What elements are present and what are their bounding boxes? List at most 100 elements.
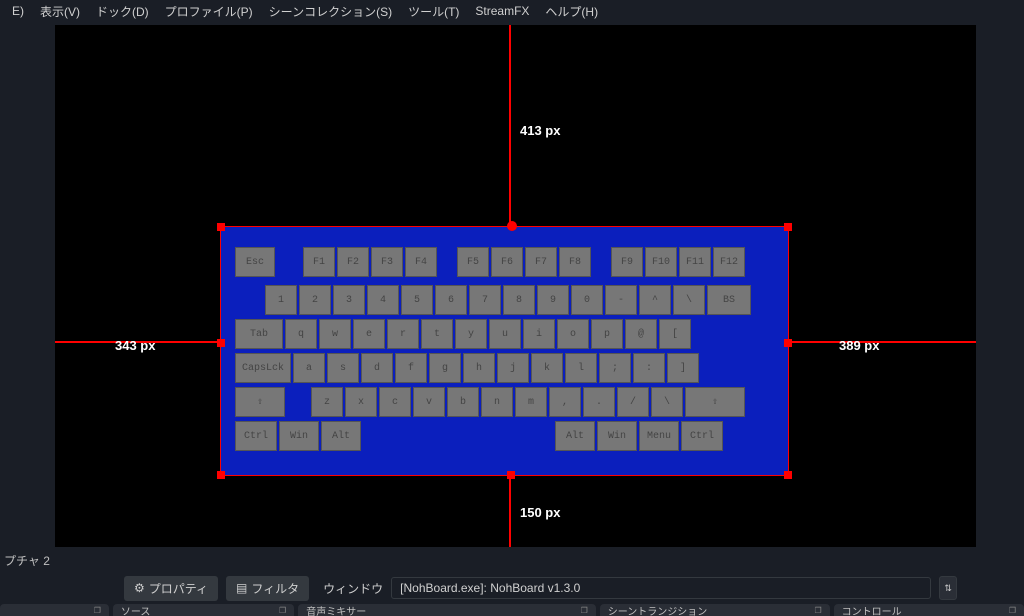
- gap-label-left: 343 px: [115, 338, 155, 353]
- guide-vertical-top: [509, 25, 511, 226]
- key-f4: F4: [405, 247, 437, 277]
- key-\: \: [673, 285, 705, 315]
- key-i: i: [523, 319, 555, 349]
- menu-dock[interactable]: ドック(D): [88, 1, 157, 22]
- preview-tabs: プチャ 2: [0, 548, 50, 572]
- restore-icon: ❐: [581, 606, 588, 615]
- key-f12: F12: [713, 247, 745, 277]
- key-g: g: [429, 353, 461, 383]
- key-;: ;: [599, 353, 631, 383]
- restore-icon: ❐: [1009, 606, 1016, 615]
- key-f6: F6: [491, 247, 523, 277]
- dock-scenes[interactable]: ❐: [0, 604, 109, 616]
- filters-button[interactable]: ▤ フィルタ: [226, 576, 309, 601]
- restore-icon: ❐: [279, 606, 286, 615]
- key-]: ]: [667, 353, 699, 383]
- key-c: c: [379, 387, 411, 417]
- handle-w[interactable]: [217, 339, 225, 347]
- key-m: m: [515, 387, 547, 417]
- menu-profile[interactable]: プロファイル(P): [157, 1, 261, 22]
- preview-canvas[interactable]: 413 px 343 px 389 px 150 px EscF1F2F3F4F…: [55, 25, 976, 547]
- key-capslck: CapsLck: [235, 353, 291, 383]
- dock-controls[interactable]: コントロール❐: [834, 604, 1024, 616]
- menu-streamfx[interactable]: StreamFX: [467, 2, 537, 20]
- properties-button[interactable]: ⚙ プロパティ: [124, 576, 218, 601]
- key-,: ,: [549, 387, 581, 417]
- key-esc: Esc: [235, 247, 275, 277]
- updown-icon: ⇅: [944, 584, 952, 592]
- key-f10: F10: [645, 247, 677, 277]
- key-d: d: [361, 353, 393, 383]
- key-⇧: ⇧: [685, 387, 745, 417]
- key-r: r: [387, 319, 419, 349]
- dock-scene-transitions[interactable]: シーントランジション❐: [600, 604, 830, 616]
- tab-capture[interactable]: プチャ 2: [4, 552, 50, 569]
- key--: -: [605, 285, 637, 315]
- restore-icon: ❐: [814, 606, 821, 615]
- key-[: [: [659, 319, 691, 349]
- key-u: u: [489, 319, 521, 349]
- key-f1: F1: [303, 247, 335, 277]
- handle-s[interactable]: [507, 471, 515, 479]
- dock-strip: ❐ ソース❐ 音声ミキサー❐ シーントランジション❐ コントロール❐: [0, 602, 1024, 616]
- key-h: h: [463, 353, 495, 383]
- menu-bar: E) 表示(V) ドック(D) プロファイル(P) シーンコレクション(S) ツ…: [0, 0, 1024, 22]
- window-dropdown[interactable]: [NohBoard.exe]: NohBoard v1.3.0: [391, 577, 931, 599]
- dock-audio-mixer[interactable]: 音声ミキサー❐: [298, 604, 596, 616]
- guide-horizontal-right: [789, 341, 976, 343]
- window-stepper[interactable]: ⇅: [939, 576, 957, 600]
- menu-scenes[interactable]: シーンコレクション(S): [261, 1, 400, 22]
- handle-nw[interactable]: [217, 223, 225, 231]
- key-4: 4: [367, 285, 399, 315]
- handle-se[interactable]: [784, 471, 792, 479]
- key-:: :: [633, 353, 665, 383]
- filter-icon: ▤: [236, 581, 247, 595]
- nohboard-keyboard: EscF1F2F3F4F5F6F7F8F9F10F11F12 123456789…: [235, 247, 775, 465]
- key-l: l: [565, 353, 597, 383]
- key-f2: F2: [337, 247, 369, 277]
- key-/: /: [617, 387, 649, 417]
- handle-ne[interactable]: [784, 223, 792, 231]
- key-w: w: [319, 319, 351, 349]
- key-8: 8: [503, 285, 535, 315]
- key-f: f: [395, 353, 427, 383]
- dock-sources[interactable]: ソース❐: [113, 604, 294, 616]
- key-bs: BS: [707, 285, 751, 315]
- handle-n[interactable]: [507, 221, 517, 231]
- menu-edit[interactable]: E): [4, 2, 32, 20]
- menu-view[interactable]: 表示(V): [32, 1, 88, 22]
- key-v: v: [413, 387, 445, 417]
- menu-help[interactable]: ヘルプ(H): [537, 1, 606, 22]
- handle-sw[interactable]: [217, 471, 225, 479]
- key-b: b: [447, 387, 479, 417]
- key-win: Win: [597, 421, 637, 451]
- filters-label: フィルタ: [251, 580, 299, 597]
- key-^: ^: [639, 285, 671, 315]
- key-z: z: [311, 387, 343, 417]
- key-ctrl: Ctrl: [235, 421, 277, 451]
- key-y: y: [455, 319, 487, 349]
- key-f9: F9: [611, 247, 643, 277]
- key-a: a: [293, 353, 325, 383]
- key-f8: F8: [559, 247, 591, 277]
- key-3: 3: [333, 285, 365, 315]
- key-@: @: [625, 319, 657, 349]
- gear-icon: ⚙: [134, 581, 145, 595]
- key-win: Win: [279, 421, 319, 451]
- key-ctrl: Ctrl: [681, 421, 723, 451]
- selected-source[interactable]: EscF1F2F3F4F5F6F7F8F9F10F11F12 123456789…: [220, 226, 789, 476]
- properties-label: プロパティ: [149, 580, 208, 597]
- key-0: 0: [571, 285, 603, 315]
- key-p: p: [591, 319, 623, 349]
- key-e: e: [353, 319, 385, 349]
- key-alt: Alt: [555, 421, 595, 451]
- key-.: .: [583, 387, 615, 417]
- handle-e[interactable]: [784, 339, 792, 347]
- key-⇧: ⇧: [235, 387, 285, 417]
- key-6: 6: [435, 285, 467, 315]
- key-9: 9: [537, 285, 569, 315]
- key-f7: F7: [525, 247, 557, 277]
- menu-tools[interactable]: ツール(T): [400, 1, 467, 22]
- key-f3: F3: [371, 247, 403, 277]
- source-toolbar: ⚙ プロパティ ▤ フィルタ ウィンドウ [NohBoard.exe]: Noh…: [0, 574, 1024, 602]
